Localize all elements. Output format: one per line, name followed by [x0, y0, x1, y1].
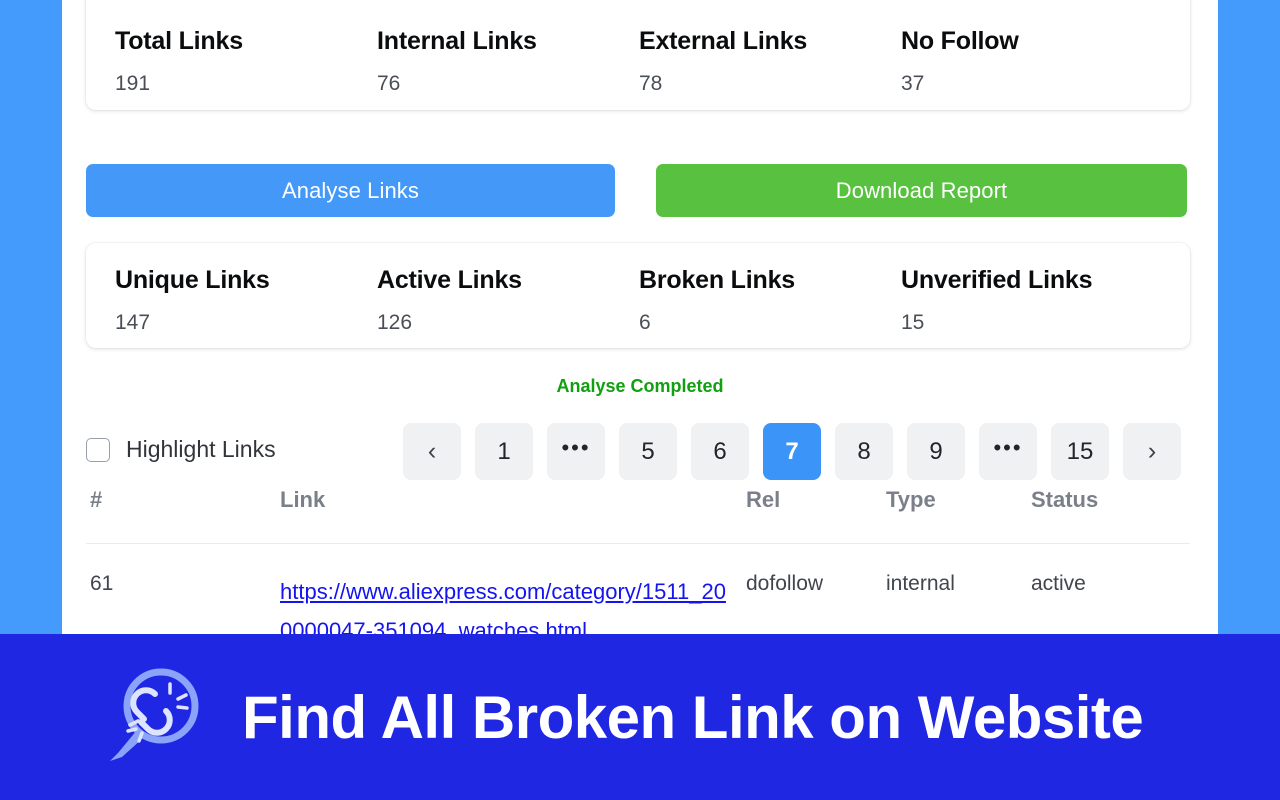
pagination-page-1[interactable]: 1 [475, 423, 533, 480]
pagination-page-9[interactable]: 9 [907, 423, 965, 480]
promo-banner: Find All Broken Link on Website [0, 634, 1280, 800]
pagination-page-7[interactable]: 7 [763, 423, 821, 480]
pagination-next-button[interactable]: › [1123, 423, 1181, 480]
column-header-rel[interactable]: Rel [738, 487, 886, 544]
download-report-button[interactable]: Download Report [656, 164, 1187, 217]
analyse-links-button[interactable]: Analyse Links [86, 164, 615, 217]
stat-value: 191 [115, 72, 151, 95]
pagination-prev-button[interactable]: ‹ [403, 423, 461, 480]
table-row: 61 https://www.aliexpress.com/category/15… [86, 544, 1190, 634]
pagination-page-5[interactable]: 5 [619, 423, 677, 480]
pagination-page-15[interactable]: 15 [1051, 423, 1109, 480]
pagination[interactable]: ‹ 1 ••• 5 6 7 8 9 ••• 15 › [403, 423, 1181, 480]
stat-cell-unverified-links: Unverified Links 15 [872, 243, 1134, 335]
highlight-links-label: Highlight Links [126, 436, 276, 462]
broken-link-magnifier-icon [110, 668, 199, 761]
cell-number: 61 [90, 572, 114, 595]
column-header-link[interactable]: Link [170, 487, 738, 544]
table-header-row: # Link Rel Type Status [86, 487, 1190, 544]
cell-type: internal [886, 572, 955, 595]
stat-label: Total Links [115, 27, 243, 55]
cell-rel: dofollow [746, 572, 824, 595]
stat-label: Unverified Links [901, 266, 1093, 294]
link-summary-card-top: Total Links 191 Internal Links 76 Extern… [86, 0, 1190, 110]
stat-cell-total-links: Total Links 191 [86, 0, 348, 96]
links-table: # Link Rel Type Status 61 https://www.ali… [86, 487, 1190, 634]
stat-label: Internal Links [377, 27, 537, 55]
stat-value: 147 [115, 311, 151, 334]
stat-label: External Links [639, 27, 808, 55]
stat-value: 78 [639, 72, 663, 95]
stat-cell-internal-links: Internal Links 76 [348, 0, 610, 96]
screenshot-root: Total Links 191 Internal Links 76 Extern… [0, 0, 1280, 800]
pagination-ellipsis[interactable]: ••• [979, 423, 1037, 480]
promo-banner-title: Find All Broken Link on Website [242, 683, 1144, 751]
column-header-status[interactable]: Status [1031, 487, 1190, 544]
stat-label: Active Links [377, 266, 522, 294]
link-summary-card-bottom: Unique Links 147 Active Links 126 Broken… [86, 243, 1190, 348]
pagination-ellipsis[interactable]: ••• [547, 423, 605, 480]
highlight-links-control[interactable]: Highlight Links [86, 436, 276, 463]
stat-label: No Follow [901, 27, 1019, 55]
column-header-type[interactable]: Type [886, 487, 1031, 544]
stat-cell-broken-links: Broken Links 6 [610, 243, 872, 335]
stat-cell-active-links: Active Links 126 [348, 243, 610, 335]
analyse-status-text: Analyse Completed [556, 376, 724, 396]
stat-label: Broken Links [639, 266, 795, 294]
stat-value: 15 [901, 311, 925, 334]
cell-link: https://www.aliexpress.com/category/1511… [170, 544, 738, 634]
stat-value: 37 [901, 72, 925, 95]
browser-page: Total Links 191 Internal Links 76 Extern… [62, 0, 1218, 634]
stat-value: 126 [377, 311, 413, 334]
highlight-links-checkbox[interactable] [86, 437, 110, 462]
column-header-number[interactable]: # [86, 487, 170, 544]
stat-value: 6 [639, 311, 651, 334]
stat-cell-external-links: External Links 78 [610, 0, 872, 96]
stat-cell-unique-links: Unique Links 147 [86, 243, 348, 335]
cell-status: active [1031, 572, 1086, 595]
link-url[interactable]: https://www.aliexpress.com/category/1511… [280, 579, 726, 634]
stat-value: 76 [377, 72, 401, 95]
stat-label: Unique Links [115, 266, 270, 294]
stat-cell-no-follow: No Follow 37 [872, 0, 1134, 96]
pagination-page-8[interactable]: 8 [835, 423, 893, 480]
pagination-page-6[interactable]: 6 [691, 423, 749, 480]
